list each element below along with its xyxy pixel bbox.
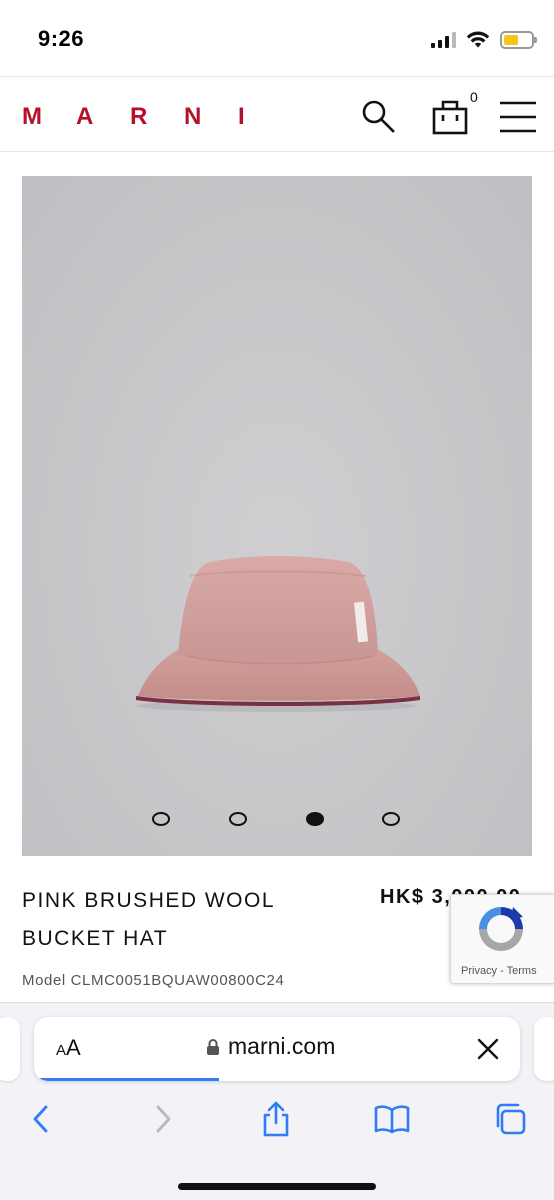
previous-tab-preview[interactable]	[0, 1017, 20, 1081]
url-text: marni.com	[228, 1033, 336, 1059]
shopping-bag-button[interactable]	[428, 95, 472, 139]
hamburger-menu-icon	[500, 101, 536, 133]
back-button[interactable]	[20, 1097, 64, 1141]
menu-button[interactable]	[496, 95, 540, 139]
close-icon	[477, 1038, 499, 1060]
lock-icon	[207, 1038, 219, 1055]
gallery-dot-4[interactable]	[382, 812, 400, 826]
product-name-line-2: BUCKET HAT	[22, 927, 169, 950]
recaptcha-icon	[479, 907, 523, 951]
safari-bottom-bar: AA marni.com	[0, 1002, 554, 1200]
recaptcha-separator: -	[497, 965, 507, 977]
gallery-dot-3-active[interactable]	[306, 812, 324, 826]
wifi-icon	[466, 31, 490, 48]
stop-loading-button[interactable]	[474, 1035, 502, 1063]
search-icon	[362, 100, 395, 133]
gallery-pagination	[22, 810, 532, 830]
share-button[interactable]	[254, 1097, 298, 1141]
address-bar[interactable]: AA marni.com	[34, 1017, 520, 1081]
tabs-icon	[496, 1103, 526, 1135]
cart-count-badge: 0	[470, 89, 478, 105]
aa-small-letter: A	[56, 1042, 67, 1059]
gallery-dot-1[interactable]	[152, 812, 170, 826]
logo-letter: N	[184, 103, 202, 130]
forward-button[interactable]	[140, 1097, 184, 1141]
back-icon	[33, 1105, 48, 1133]
product-image-gallery[interactable]	[22, 176, 532, 856]
bookmarks-icon	[374, 1105, 410, 1134]
logo-letter: I	[238, 103, 245, 130]
tabs-button[interactable]	[488, 1097, 532, 1141]
product-model-number: Model CLMC0051BQUAW00800C24	[22, 972, 285, 989]
logo-letter: R	[130, 103, 148, 130]
product-name-line-1: PINK BRUSHED WOOL	[22, 889, 276, 912]
forward-icon	[156, 1105, 171, 1133]
cellular-signal-icon	[431, 32, 456, 48]
recaptcha-links: Privacy - Terms	[461, 965, 537, 977]
product-image-hat	[136, 556, 420, 712]
url-display[interactable]: marni.com	[206, 1033, 335, 1060]
next-tab-preview[interactable]	[534, 1017, 554, 1081]
share-icon	[263, 1101, 289, 1137]
product-name: PINK BRUSHED WOOL BUCKET HAT	[22, 882, 322, 958]
aa-large-letter: A	[66, 1035, 81, 1060]
logo-letter: A	[76, 103, 94, 130]
battery-icon	[500, 31, 537, 49]
bookmarks-button[interactable]	[370, 1097, 414, 1141]
recaptcha-privacy-link[interactable]: Privacy	[461, 965, 497, 977]
status-time: 9:26	[38, 26, 85, 51]
marni-logo[interactable]: M A R N I	[22, 103, 258, 131]
home-indicator	[178, 1183, 376, 1190]
search-button[interactable]	[356, 95, 400, 139]
recaptcha-badge[interactable]: Privacy - Terms	[450, 894, 554, 984]
page-load-progress	[34, 1078, 219, 1081]
recaptcha-terms-link[interactable]: Terms	[507, 965, 537, 977]
gallery-dot-2[interactable]	[229, 812, 247, 826]
status-bar: 9:26	[0, 0, 554, 76]
site-header: M A R N I 0	[0, 76, 554, 152]
gallery-background	[22, 176, 532, 856]
status-icons	[431, 28, 537, 52]
shopping-bag-icon	[432, 100, 468, 135]
page-settings-button[interactable]: AA	[56, 1035, 81, 1061]
logo-letter: M	[22, 103, 42, 130]
